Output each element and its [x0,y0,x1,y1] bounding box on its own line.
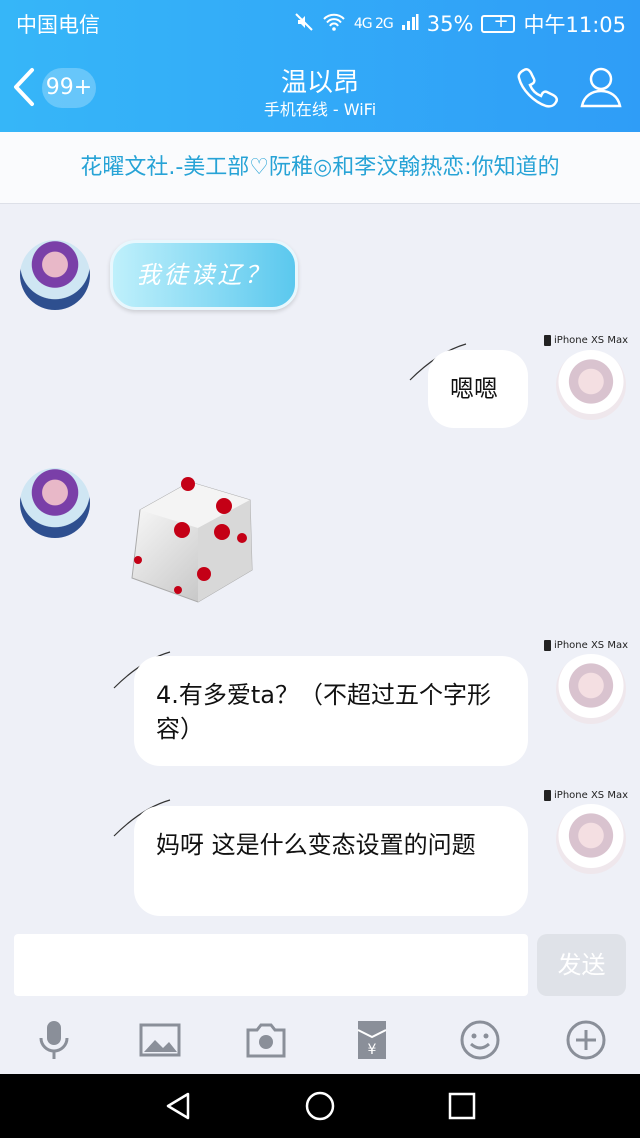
status-bar: 中国电信 4G 2G 35% 中午11:05 [0,0,640,44]
carrier-label: 中国电信 [16,13,100,37]
message-input[interactable] [14,934,528,996]
camera-icon[interactable] [244,1018,288,1062]
my-avatar[interactable] [556,350,626,420]
plus-icon[interactable] [564,1018,608,1062]
mic-icon[interactable] [32,1018,76,1062]
phone-icon[interactable] [514,64,560,110]
battery-percent: 35% [426,12,474,36]
mute-icon [294,12,314,37]
recents-square-icon[interactable] [446,1090,478,1122]
device-label: iPhone XS Max [554,640,628,651]
device-tag: iPhone XS Max [544,335,628,346]
message-bubble-sent[interactable]: 嗯嗯 [428,350,528,428]
message-bubble-received[interactable]: 我徒读辽？ [110,240,298,310]
phone-small-icon [544,790,552,801]
home-circle-icon[interactable] [304,1090,336,1122]
my-avatar[interactable] [556,654,626,724]
contact-avatar[interactable] [20,240,90,310]
back-triangle-icon[interactable] [162,1090,194,1122]
red-envelope-icon[interactable]: ¥ [350,1018,394,1062]
svg-text:¥: ¥ [368,1042,377,1058]
emoji-icon[interactable] [458,1018,502,1062]
top-bar: 中国电信 4G 2G 35% 中午11:05 99+ 温以昂 手机在线 - Wi… [0,0,640,132]
device-label: iPhone XS Max [554,790,628,801]
message-bubble-sent[interactable]: 妈呀 这是什么变态设置的问题 [134,806,528,916]
battery-icon [481,11,516,33]
dice-icon[interactable] [120,470,260,610]
send-button[interactable]: 发送 [537,934,626,996]
signal-icon [401,12,419,36]
image-icon[interactable] [138,1018,182,1062]
message-bubble-sent[interactable]: 4.有多爱ta？（不超过五个字形容） [134,656,528,766]
group-banner[interactable]: 花曜文社.-美工部♡阮稚◎和李汶翰热恋:你知道的 [0,132,640,204]
network-type: 4G 2G [353,16,394,32]
input-toolbar: ¥ [0,1010,640,1074]
device-label: iPhone XS Max [554,335,628,346]
my-avatar[interactable] [556,804,626,874]
wifi-icon [322,12,346,37]
clock: 中午11:05 [523,13,626,37]
contact-avatar[interactable] [20,468,90,538]
device-tag: iPhone XS Max [544,790,628,801]
phone-small-icon [544,640,552,651]
person-icon[interactable] [578,64,624,110]
device-tag: iPhone XS Max [544,640,628,651]
android-nav-bar [0,1074,640,1138]
status-right: 4G 2G 35% 中午11:05 [294,9,626,39]
phone-small-icon [544,335,552,346]
